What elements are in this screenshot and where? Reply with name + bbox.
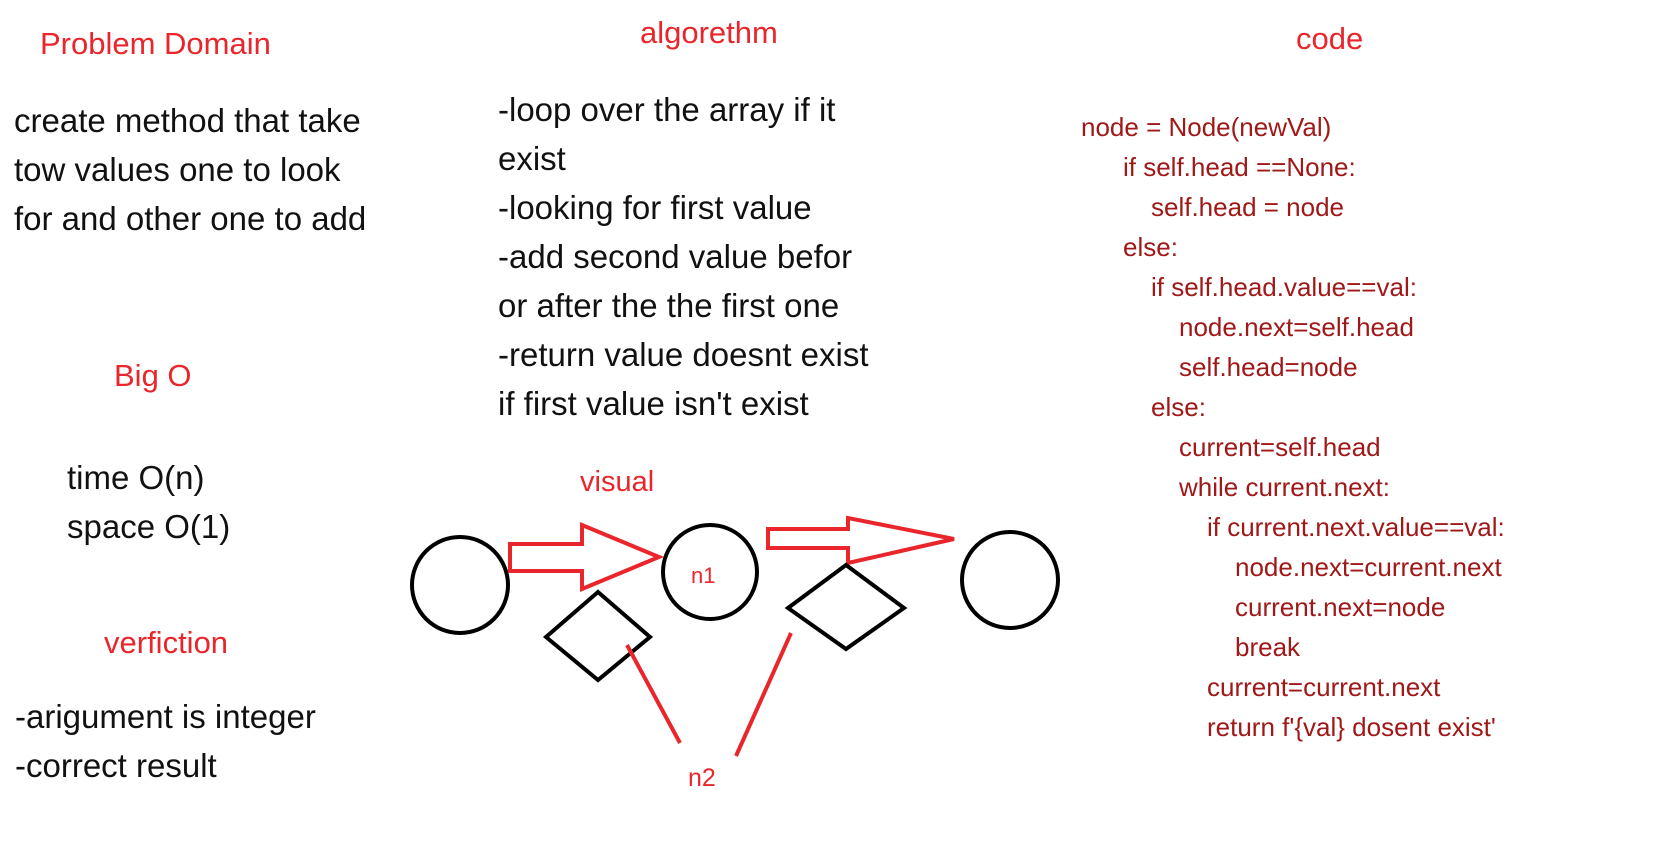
n2-label: n2 bbox=[688, 764, 716, 792]
diamond-n2-left bbox=[542, 589, 654, 683]
arrow-1 bbox=[508, 522, 665, 592]
node-circle-3 bbox=[960, 530, 1060, 630]
n2-pointer-line-right bbox=[734, 632, 793, 757]
n2-pointer-line-left bbox=[625, 644, 682, 744]
arrow-2 bbox=[766, 515, 955, 566]
diamond-n2-right bbox=[784, 562, 908, 652]
node-circle-1 bbox=[410, 535, 510, 635]
linked-list-diagram bbox=[410, 515, 1060, 757]
n1-label: n1 bbox=[691, 563, 716, 588]
